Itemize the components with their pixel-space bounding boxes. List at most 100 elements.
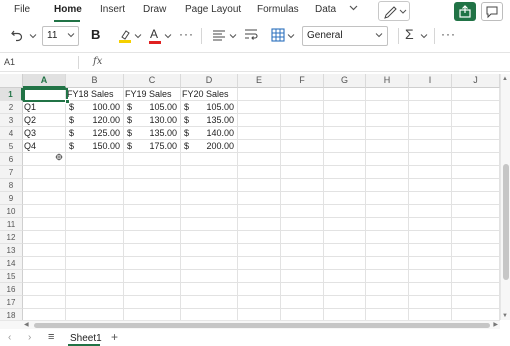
cell-j2[interactable] bbox=[452, 101, 500, 114]
cell-b12[interactable] bbox=[66, 231, 124, 244]
column-header-c[interactable]: C bbox=[124, 74, 181, 88]
cell-a17[interactable] bbox=[23, 296, 66, 309]
cell-j13[interactable] bbox=[452, 244, 500, 257]
cell-a14[interactable] bbox=[23, 257, 66, 270]
cell-e5[interactable] bbox=[238, 140, 281, 153]
cell-g13[interactable] bbox=[324, 244, 366, 257]
cell-i9[interactable] bbox=[409, 192, 452, 205]
column-header-d[interactable]: D bbox=[181, 74, 238, 88]
cell-c14[interactable] bbox=[124, 257, 181, 270]
cell-d15[interactable] bbox=[181, 270, 238, 283]
cell-f14[interactable] bbox=[281, 257, 324, 270]
cell-d5[interactable]: $200.00 bbox=[181, 140, 238, 153]
cell-f3[interactable] bbox=[281, 114, 324, 127]
cell-c17[interactable] bbox=[124, 296, 181, 309]
cell-j6[interactable] bbox=[452, 153, 500, 166]
cell-h3[interactable] bbox=[366, 114, 409, 127]
cell-f2[interactable] bbox=[281, 101, 324, 114]
tab-page-layout[interactable]: Page Layout bbox=[185, 4, 241, 15]
cell-b3[interactable]: $120.00 bbox=[66, 114, 124, 127]
cell-e6[interactable] bbox=[238, 153, 281, 166]
row-header-3[interactable]: 3 bbox=[0, 114, 23, 127]
horizontal-scroll-thumb[interactable] bbox=[34, 323, 490, 328]
scroll-down-arrow-icon[interactable]: ▼ bbox=[502, 313, 508, 319]
cell-c3[interactable]: $130.00 bbox=[124, 114, 181, 127]
cell-f11[interactable] bbox=[281, 218, 324, 231]
row-header-17[interactable]: 17 bbox=[0, 296, 23, 309]
row-header-10[interactable]: 10 bbox=[0, 205, 23, 218]
cell-g9[interactable] bbox=[324, 192, 366, 205]
row-header-1[interactable]: 1 bbox=[0, 88, 23, 101]
cell-e1[interactable] bbox=[238, 88, 281, 101]
cell-d17[interactable] bbox=[181, 296, 238, 309]
share-button[interactable] bbox=[454, 2, 476, 21]
formula-input[interactable] bbox=[112, 56, 492, 69]
cell-g1[interactable] bbox=[324, 88, 366, 101]
cell-d12[interactable] bbox=[181, 231, 238, 244]
cell-d18[interactable] bbox=[181, 309, 238, 320]
autosum-button[interactable]: Σ bbox=[405, 26, 414, 42]
cell-j4[interactable] bbox=[452, 127, 500, 140]
row-header-14[interactable]: 14 bbox=[0, 257, 23, 270]
row-header-13[interactable]: 13 bbox=[0, 244, 23, 257]
cell-d9[interactable] bbox=[181, 192, 238, 205]
cell-f17[interactable] bbox=[281, 296, 324, 309]
cell-c15[interactable] bbox=[124, 270, 181, 283]
cell-h18[interactable] bbox=[366, 309, 409, 320]
number-format-dropdown[interactable]: General bbox=[302, 26, 388, 46]
more-font-options-icon[interactable]: ··· bbox=[179, 27, 194, 41]
cell-d16[interactable] bbox=[181, 283, 238, 296]
cell-i17[interactable] bbox=[409, 296, 452, 309]
tab-home[interactable]: Home bbox=[54, 4, 82, 15]
cell-e14[interactable] bbox=[238, 257, 281, 270]
row-header-5[interactable]: 5 bbox=[0, 140, 23, 153]
cell-f6[interactable] bbox=[281, 153, 324, 166]
cell-g16[interactable] bbox=[324, 283, 366, 296]
cell-i8[interactable] bbox=[409, 179, 452, 192]
cell-a18[interactable] bbox=[23, 309, 66, 320]
cell-a12[interactable] bbox=[23, 231, 66, 244]
row-header-7[interactable]: 7 bbox=[0, 166, 23, 179]
cell-d3[interactable]: $135.00 bbox=[181, 114, 238, 127]
scroll-up-arrow-icon[interactable]: ▲ bbox=[502, 76, 508, 82]
previous-sheet-icon[interactable]: ‹ bbox=[8, 332, 11, 343]
cell-h13[interactable] bbox=[366, 244, 409, 257]
cell-c10[interactable] bbox=[124, 205, 181, 218]
scroll-left-arrow-icon[interactable]: ◀ bbox=[24, 321, 29, 328]
cell-g8[interactable] bbox=[324, 179, 366, 192]
tab-draw[interactable]: Draw bbox=[143, 4, 166, 15]
cell-g4[interactable] bbox=[324, 127, 366, 140]
highlight-color-button[interactable] bbox=[118, 28, 132, 49]
column-header-b[interactable]: B bbox=[66, 74, 124, 88]
cell-b10[interactable] bbox=[66, 205, 124, 218]
cell-h7[interactable] bbox=[366, 166, 409, 179]
scroll-right-arrow-icon[interactable]: ▶ bbox=[493, 321, 498, 328]
cell-a16[interactable] bbox=[23, 283, 66, 296]
cell-d11[interactable] bbox=[181, 218, 238, 231]
row-header-11[interactable]: 11 bbox=[0, 218, 23, 231]
cell-h5[interactable] bbox=[366, 140, 409, 153]
worksheet-grid[interactable]: A B C D E F G H I J 1 FY18 Sales FY19 Sales FY20 Sale… bbox=[0, 74, 500, 320]
cell-c11[interactable] bbox=[124, 218, 181, 231]
cell-g15[interactable] bbox=[324, 270, 366, 283]
comments-button[interactable] bbox=[481, 2, 503, 21]
cell-c8[interactable] bbox=[124, 179, 181, 192]
cell-c16[interactable] bbox=[124, 283, 181, 296]
autosum-chevron-down-icon[interactable] bbox=[420, 32, 428, 42]
draw-pen-button[interactable] bbox=[378, 1, 410, 21]
cell-c2[interactable]: $105.00 bbox=[124, 101, 181, 114]
row-header-15[interactable]: 15 bbox=[0, 270, 23, 283]
undo-chevron-down-icon[interactable] bbox=[29, 32, 37, 42]
cell-i4[interactable] bbox=[409, 127, 452, 140]
cell-d6[interactable] bbox=[181, 153, 238, 166]
cell-b7[interactable] bbox=[66, 166, 124, 179]
cell-c9[interactable] bbox=[124, 192, 181, 205]
cell-b11[interactable] bbox=[66, 218, 124, 231]
cell-g18[interactable] bbox=[324, 309, 366, 320]
highlight-chevron-down-icon[interactable] bbox=[134, 32, 142, 42]
cell-b17[interactable] bbox=[66, 296, 124, 309]
cell-e7[interactable] bbox=[238, 166, 281, 179]
cell-b9[interactable] bbox=[66, 192, 124, 205]
cell-e16[interactable] bbox=[238, 283, 281, 296]
cell-g12[interactable] bbox=[324, 231, 366, 244]
